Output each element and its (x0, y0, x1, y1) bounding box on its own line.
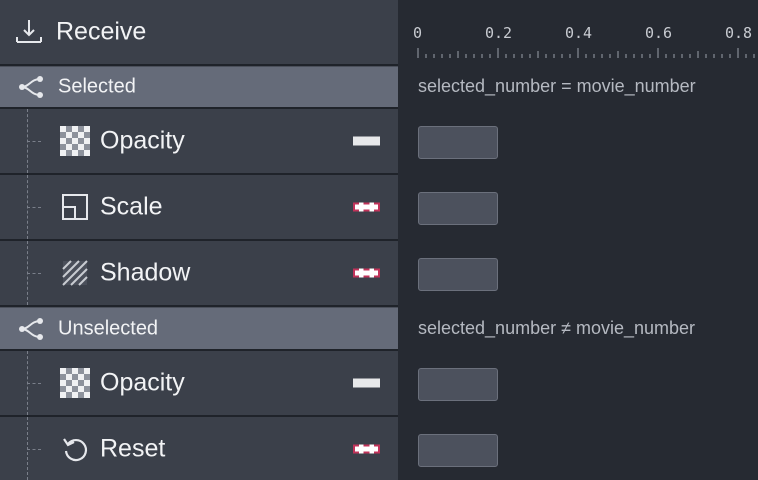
value-box[interactable] (418, 192, 498, 225)
group-label: Selected (58, 75, 136, 98)
action-row-scale[interactable]: Scale (0, 175, 398, 241)
action-row-shadow[interactable]: Shadow (0, 241, 398, 307)
action-row-opacity[interactable]: Opacity (0, 351, 398, 417)
shadow-icon (62, 260, 88, 286)
action-label: Opacity (100, 368, 185, 397)
indicator-dashed (353, 268, 380, 278)
scale-icon (62, 194, 88, 220)
group-row-unselected[interactable]: Unselected (0, 307, 398, 351)
group-row-selected[interactable]: Selected (0, 66, 398, 109)
tree-branch (27, 448, 41, 450)
action-label: Reset (100, 434, 166, 462)
branch-icon (19, 317, 43, 340)
condition-label: selected_number = movie_number (418, 76, 696, 96)
value-box[interactable] (418, 434, 498, 467)
tree-branch (27, 207, 41, 208)
indicator-solid (353, 378, 380, 388)
action-label: Opacity (100, 126, 185, 155)
tree-branch (27, 273, 41, 274)
checkerboard-icon (60, 126, 90, 156)
timeline-panel: 0 0.2 0.4 0.6 0.8 selected_number = movi… (398, 0, 758, 480)
action-label: Scale (100, 192, 163, 221)
action-row-reset[interactable]: Reset (0, 417, 398, 480)
indicator-dashed (353, 202, 380, 212)
action-row-opacity[interactable]: Opacity (0, 109, 398, 175)
download-icon (16, 20, 42, 43)
indicator-solid (353, 136, 380, 146)
action-label: Shadow (100, 258, 191, 287)
value-box[interactable] (418, 368, 498, 401)
value-box[interactable] (418, 258, 498, 291)
checkerboard-icon (60, 368, 90, 398)
receive-label: Receive (56, 17, 147, 46)
value-box[interactable] (418, 126, 498, 159)
condition-label: selected_number ≠ movie_number (418, 318, 696, 338)
tree-branch (27, 383, 41, 384)
timeline-ruler[interactable]: 0 0.2 0.4 0.6 0.8 (398, 0, 758, 64)
ruler-ticks (417, 48, 755, 58)
group-label: Unselected (58, 317, 159, 339)
reset-icon (63, 437, 88, 461)
receive-row[interactable]: Receive (0, 0, 398, 66)
indicator-dashed (353, 444, 380, 453)
layer-tree-panel: Receive Selected Opacity Scale Shadow Un… (0, 0, 398, 480)
tree-branch (27, 141, 41, 142)
branch-icon (19, 76, 43, 98)
